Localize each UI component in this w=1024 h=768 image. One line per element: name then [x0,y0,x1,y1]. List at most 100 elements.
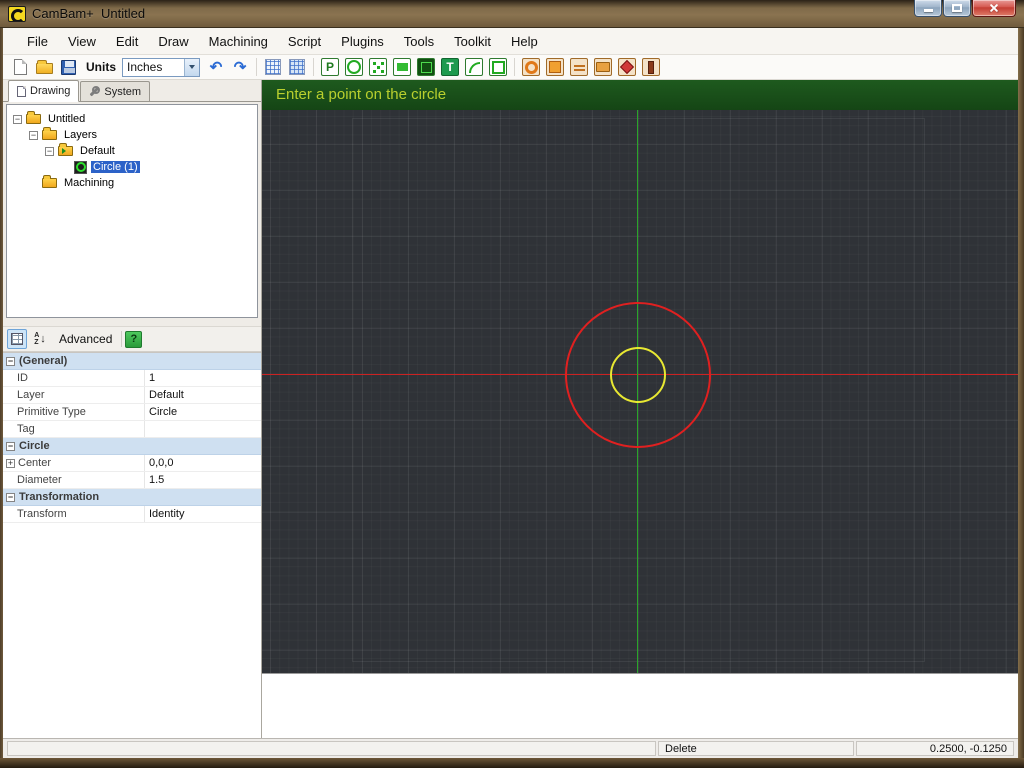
menu-tools[interactable]: Tools [394,28,444,55]
property-row-layer[interactable]: Layer Default [3,387,261,404]
mop-pocket-button[interactable] [544,56,566,78]
menu-edit[interactable]: Edit [106,28,148,55]
draw-circle-button[interactable] [343,56,365,78]
expand-icon[interactable] [6,459,15,468]
inner-circle-entity[interactable] [610,347,666,403]
close-button[interactable] [972,0,1016,17]
mop-script-button[interactable] [640,56,662,78]
property-row-diameter[interactable]: Diameter 1.5 [3,472,261,489]
menu-bar: File View Edit Draw Machining Script Plu… [3,28,1018,55]
collapse-icon[interactable] [6,442,15,451]
panel-tab-strip: Drawing System [3,80,261,102]
menu-machining[interactable]: Machining [199,28,278,55]
mop-profile-icon [570,58,588,76]
menu-file[interactable]: File [17,28,58,55]
folder-icon [42,178,57,188]
mop-engrave-button[interactable] [592,56,614,78]
collapse-icon[interactable] [29,131,38,140]
statusbar-action-text: Delete [665,743,697,755]
drawing-canvas[interactable] [262,110,1018,673]
undo-icon: ↶ [210,60,223,75]
canvas-bottom-panel [262,673,1018,738]
property-row-tag[interactable]: Tag [3,421,261,438]
category-transformation[interactable]: Transformation [3,489,261,506]
grid-toggle-button[interactable] [286,56,308,78]
menu-draw[interactable]: Draw [148,28,198,55]
maximize-button[interactable] [943,0,971,17]
drawing-tree: Untitled Layers Default Circle (1) [6,104,258,318]
selected-tree-label: Circle (1) [91,161,140,173]
categorized-view-button[interactable] [7,329,27,349]
undo-button[interactable]: ↶ [205,56,227,78]
redo-button[interactable]: ↷ [229,56,251,78]
alphabetical-sort-button[interactable]: AZ ↓ [30,329,50,349]
draw-points-button[interactable] [367,56,389,78]
tree-item-untitled[interactable]: Untitled [11,111,255,127]
left-panel: Drawing System Untitled Layers [3,80,262,738]
down-arrow-icon: ↓ [40,334,46,345]
window-bottom-border [0,758,1024,768]
category-general[interactable]: (General) [3,353,261,370]
collapse-icon[interactable] [6,357,15,366]
statusbar-action-segment: Delete [658,741,854,756]
open-file-button[interactable] [33,56,55,78]
menu-script[interactable]: Script [278,28,331,55]
categorized-icon [11,333,23,345]
units-combobox[interactable]: Inches [122,58,200,77]
menu-help[interactable]: Help [501,28,548,55]
new-file-icon [14,59,27,75]
menu-plugins[interactable]: Plugins [331,28,394,55]
tree-item-default-layer[interactable]: Default [11,143,255,159]
advanced-button[interactable]: Advanced [53,329,118,349]
menu-toolkit[interactable]: Toolkit [444,28,501,55]
minimize-icon [924,9,933,12]
tree-item-layers[interactable]: Layers [11,127,255,143]
draw-region-button[interactable] [487,56,509,78]
circle-entity-icon [74,161,87,174]
minimize-button[interactable] [914,0,942,17]
draw-polyline-button[interactable]: P [319,56,341,78]
draw-surface-button[interactable] [415,56,437,78]
grid-snap-button[interactable] [262,56,284,78]
system-tab-icon [89,86,100,97]
mop-drill-icon [522,58,540,76]
property-row-center[interactable]: Center 0,0,0 [3,455,261,472]
tree-item-circle[interactable]: Circle (1) [11,159,255,175]
tree-item-machining[interactable]: Machining [11,175,255,191]
mop-script-icon [642,58,660,76]
mop-engrave-icon [594,58,612,76]
category-circle[interactable]: Circle [3,438,261,455]
draw-text-button[interactable]: T [439,56,461,78]
grid-toggle-icon [289,59,305,75]
mop-drill-button[interactable] [520,56,542,78]
units-value: Inches [123,60,184,74]
az-sort-icon: AZ [34,332,39,346]
collapse-icon[interactable] [45,147,54,156]
collapse-icon[interactable] [6,493,15,502]
help-button[interactable]: ? [125,331,142,348]
draw-arc-icon [465,58,483,76]
units-dropdown-button[interactable] [184,59,199,76]
menu-view[interactable]: View [58,28,106,55]
property-row-id[interactable]: ID 1 [3,370,261,387]
folder-icon [42,130,57,140]
layer-icon [58,146,73,156]
mop-profile-button[interactable] [568,56,590,78]
save-button[interactable] [57,56,79,78]
tab-drawing[interactable]: Drawing [8,80,79,102]
toolbar-separator [256,58,257,76]
collapse-icon[interactable] [13,115,22,124]
new-file-button[interactable] [9,56,31,78]
mop-3dprofile-button[interactable] [616,56,638,78]
draw-arc-button[interactable] [463,56,485,78]
toolbar-separator [313,58,314,76]
draw-rectangle-button[interactable] [391,56,413,78]
property-row-transform[interactable]: Transform Identity [3,506,261,523]
cursor-coordinates: 0.2500, -0.1250 [930,743,1007,755]
main-toolbar: Units Inches ↶ ↷ P T [3,55,1018,80]
cambam-logo-icon [8,6,26,22]
canvas-prompt-message: Enter a point on the circle [262,80,1018,110]
property-row-primitive-type[interactable]: Primitive Type Circle [3,404,261,421]
tab-system[interactable]: System [80,81,150,101]
drawing-tab-label: Drawing [30,85,70,97]
